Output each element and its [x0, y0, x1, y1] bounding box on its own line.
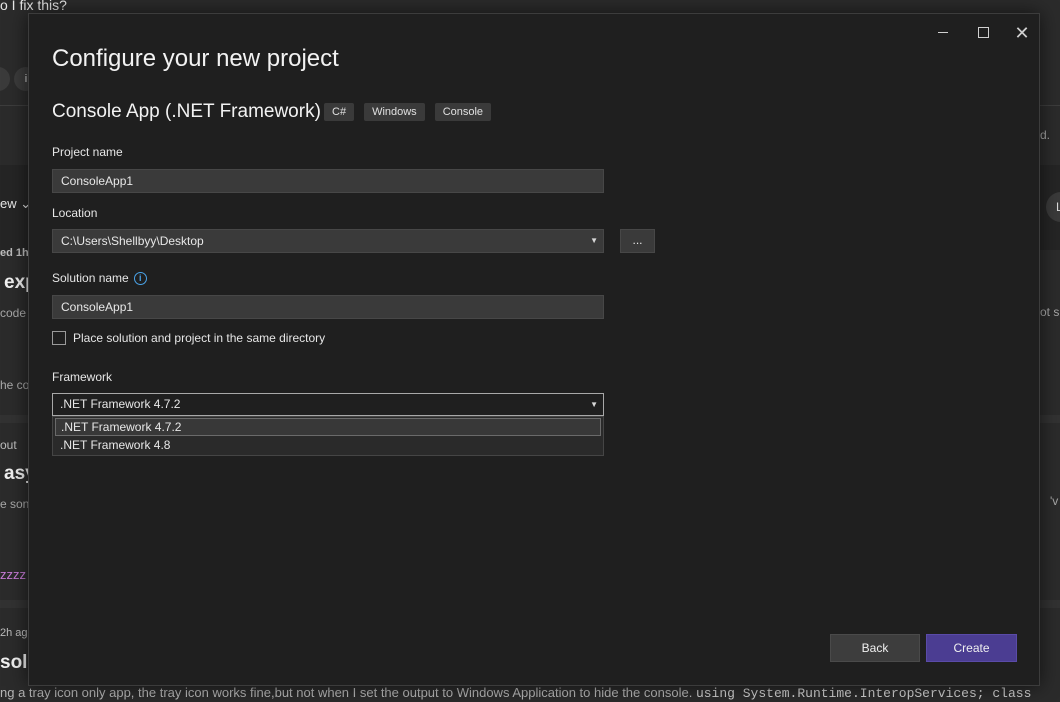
close-button[interactable]: ✕ [1008, 20, 1036, 46]
minimize-button[interactable] [929, 20, 957, 46]
maximize-icon [977, 27, 989, 39]
same-directory-label[interactable]: Place solution and project in the same d… [73, 331, 325, 345]
post3-excerpt-text: ng a tray icon only app, the tray icon w… [0, 685, 693, 700]
post3-title[interactable]: sol [0, 652, 27, 674]
back-button[interactable]: Back [830, 634, 920, 662]
create-button[interactable]: Create [926, 634, 1017, 662]
tag-console: Console [434, 103, 492, 121]
background-sort-button[interactable]: ew ⌄ [0, 196, 31, 212]
browse-button[interactable]: ... [620, 229, 655, 253]
location-label: Location [52, 206, 98, 220]
framework-select[interactable]: .NET Framework 4.7.2 ▼ [52, 393, 604, 416]
post2-tag[interactable]: zzzz [0, 567, 26, 582]
post2-excerpt: e son [0, 497, 30, 511]
framework-dropdown-list: .NET Framework 4.7.2 .NET Framework 4.8 [52, 416, 604, 456]
tag-csharp: C# [324, 103, 355, 121]
template-name: Console App (.NET Framework) [52, 101, 321, 122]
solution-name-input[interactable] [52, 295, 604, 319]
minimize-icon [938, 32, 948, 34]
configure-project-dialog: ✕ Configure your new project Console App… [28, 13, 1040, 686]
framework-selected-value: .NET Framework 4.7.2 [60, 397, 181, 411]
background-right-text: ot s [1040, 305, 1060, 319]
background-question-text: o I fix this? [0, 0, 67, 13]
location-value: C:\Users\Shellbyy\Desktop [61, 234, 204, 248]
chevron-down-icon[interactable]: ▼ [590, 394, 598, 415]
post3-meta: 2h ag [0, 627, 28, 639]
tag-windows: Windows [364, 103, 425, 121]
post1-excerpt: code [0, 306, 27, 320]
post1-more: he co [0, 378, 30, 392]
solution-name-label-text: Solution name [52, 271, 129, 285]
background-right-text: d. [1040, 128, 1051, 142]
framework-option-4-8[interactable]: .NET Framework 4.8 [55, 437, 601, 455]
same-directory-option[interactable]: Place solution and project in the same d… [52, 331, 325, 345]
solution-name-label: Solution name i [52, 271, 147, 285]
post2-meta: out [0, 438, 17, 452]
page-title: Configure your new project [52, 45, 339, 72]
location-combobox[interactable]: C:\Users\Shellbyy\Desktop ▼ [52, 229, 604, 253]
chevron-down-icon[interactable]: ▼ [590, 230, 598, 252]
template-tags: C# Windows Console [324, 103, 492, 121]
close-icon: ✕ [1014, 23, 1030, 43]
framework-label: Framework [52, 370, 113, 384]
info-icon[interactable]: i [133, 272, 147, 285]
framework-option-4-7-2[interactable]: .NET Framework 4.7.2 [55, 418, 601, 436]
background-right-text: 'v [1050, 494, 1059, 508]
background-pill[interactable] [0, 67, 10, 91]
same-directory-checkbox[interactable] [52, 331, 66, 345]
project-name-input[interactable] [52, 169, 604, 193]
post3-excerpt: ng a tray icon only app, the tray icon w… [0, 685, 1031, 701]
post3-excerpt-code: using System.Runtime.InteropServices; cl… [695, 686, 1032, 701]
maximize-button[interactable] [969, 20, 997, 46]
project-name-label: Project name [52, 145, 123, 159]
post1-meta: ed 1h [0, 247, 29, 259]
